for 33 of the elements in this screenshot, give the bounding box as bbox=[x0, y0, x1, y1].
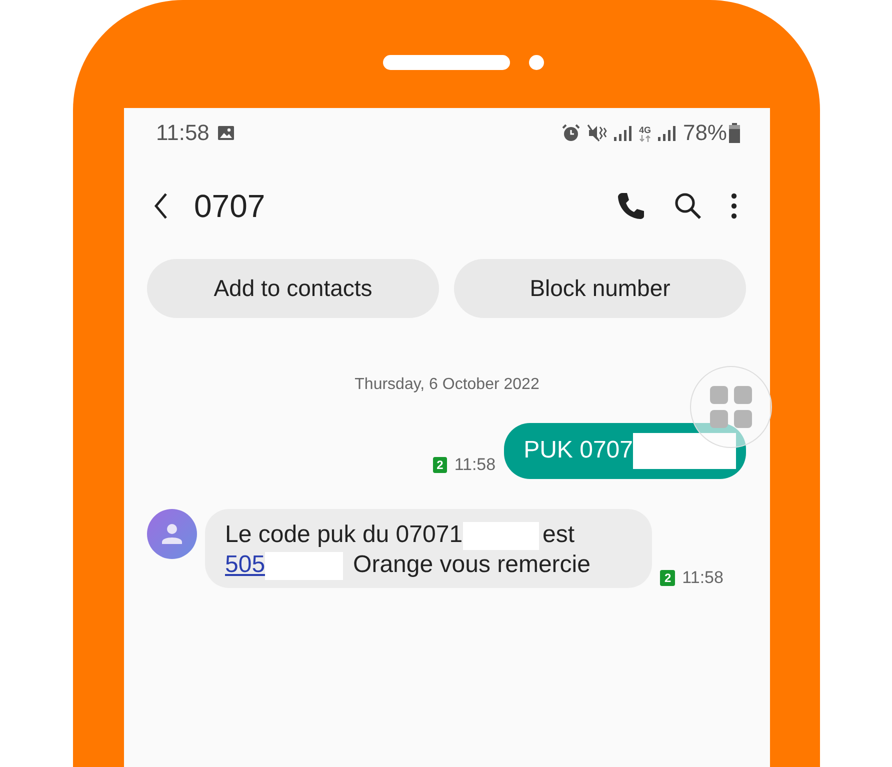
sim-badge: 2 bbox=[660, 570, 676, 586]
data-arrows-icon bbox=[638, 134, 651, 142]
status-time: 11:58 bbox=[156, 120, 210, 146]
action-button[interactable]: Block number bbox=[454, 259, 746, 318]
message-text: PUK 0707 bbox=[524, 433, 736, 469]
contact-title: 0707 bbox=[194, 188, 266, 224]
more-icon bbox=[730, 193, 738, 219]
message-time: 11:58 bbox=[682, 568, 724, 588]
grid-icon bbox=[710, 386, 752, 428]
signal-icon bbox=[656, 124, 677, 142]
battery-icon bbox=[729, 123, 740, 143]
search-button[interactable] bbox=[674, 192, 702, 220]
avatar-icon bbox=[147, 509, 197, 559]
camera-dot bbox=[529, 55, 544, 70]
action-button[interactable]: Add to contacts bbox=[147, 259, 439, 318]
message-time: 11:58 bbox=[454, 455, 496, 475]
call-button[interactable] bbox=[616, 191, 646, 221]
network-label: 4G bbox=[638, 124, 651, 134]
signal-icon bbox=[612, 124, 633, 142]
date-separator: Thursday, 6 October 2022 bbox=[354, 375, 540, 395]
back-button[interactable] bbox=[154, 193, 168, 219]
message-link[interactable]: 505 bbox=[225, 551, 266, 578]
more-button[interactable] bbox=[730, 193, 738, 219]
message-text: Le code puk du 07071 est bbox=[225, 520, 576, 550]
alarm-icon bbox=[560, 123, 581, 143]
mute-icon bbox=[586, 123, 607, 143]
battery-percent: 78% bbox=[682, 120, 727, 146]
back-icon bbox=[154, 193, 168, 219]
sim-badge: 2 bbox=[432, 457, 448, 473]
message-text: 505 Orange vous remercie bbox=[225, 550, 590, 580]
phone-icon bbox=[616, 191, 646, 221]
image-icon bbox=[217, 125, 236, 141]
search-icon bbox=[674, 192, 702, 220]
